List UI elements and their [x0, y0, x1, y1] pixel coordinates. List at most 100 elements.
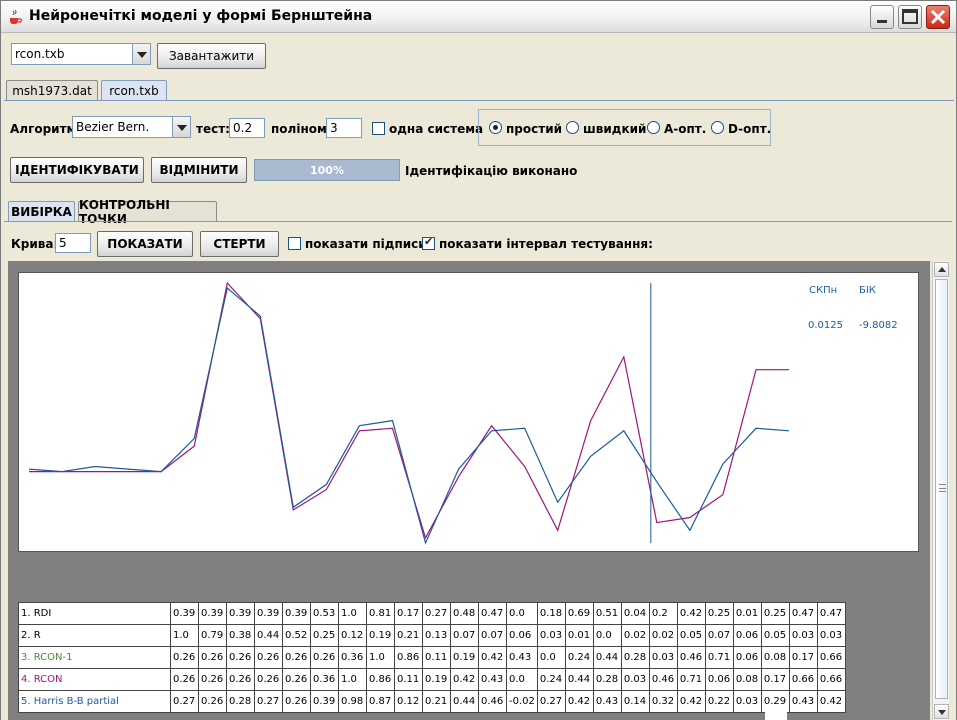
grip-icon: [939, 484, 946, 492]
table-cell: 0.42: [564, 690, 594, 713]
scroll-thumb[interactable]: [935, 279, 948, 699]
stat-bic-header: БІК: [859, 285, 876, 296]
table-cell: 0.08: [760, 646, 790, 669]
table-cell: 0.44: [592, 646, 622, 669]
table-cell: 0.28: [620, 646, 650, 669]
table-cell: 0.25: [704, 602, 734, 625]
row-name: 5. Harris B-B partial: [18, 690, 171, 713]
table-row: 1. RDI 0.39 0.39 0.39 0.39 0.39 0.53 1.0 0.81 0.1…: [18, 602, 846, 625]
tab-control-points[interactable]: КОНТРОЛЬНІ ТОЧКИ: [78, 198, 217, 226]
table-cell: 0.36: [338, 646, 367, 669]
radio-d-opt[interactable]: [711, 121, 724, 134]
table-cell: 0.25: [310, 624, 339, 647]
table-cell: 1.0: [338, 668, 367, 691]
polynom-field[interactable]: 3: [326, 118, 362, 138]
table-cell: 0.27: [422, 602, 451, 625]
table-cell: 0.03: [648, 646, 678, 669]
polynom-label: поліном:: [271, 122, 332, 136]
maximize-icon: [902, 9, 918, 24]
show-interval-checkbox[interactable]: [422, 235, 435, 250]
white-marker: [765, 711, 787, 720]
status-text: Ідентифікацію виконано: [405, 164, 578, 178]
table-cell: 0.98: [338, 690, 367, 713]
progress-bar: 100%: [254, 159, 400, 181]
file-combo[interactable]: rcon.txb: [11, 43, 151, 65]
table-cell: 0.44: [254, 624, 283, 647]
table-cell: 0.06: [704, 668, 734, 691]
table-cell: 0.26: [254, 668, 283, 691]
table-cell: 0.21: [422, 690, 451, 713]
title-bar[interactable]: Нейронечіткі моделі у формі Бернштейна: [1, 1, 956, 33]
radio-simple[interactable]: [489, 121, 502, 134]
table-cell: 0.25: [760, 602, 790, 625]
table-row: 2. R 1.0 0.79 0.38 0.44 0.52 0.25 0.12 0.19 0.21 0…: [18, 624, 846, 647]
table-cell: 1.0: [338, 602, 367, 625]
tab-msh1973[interactable]: msh1973.dat: [6, 80, 98, 100]
vertical-scrollbar[interactable]: [932, 261, 949, 720]
test-field[interactable]: 0.2: [229, 118, 265, 138]
table-cell: 0.42: [676, 690, 706, 713]
table-cell: 0.26: [170, 646, 199, 669]
table-cell: 0.46: [676, 646, 706, 669]
row-name: 3. RCON-1: [18, 646, 171, 669]
table-cell: 0.42: [478, 646, 507, 669]
window-title: Нейронечіткі моделі у формі Бернштейна: [29, 8, 373, 24]
show-button[interactable]: ПОКАЗАТИ: [97, 231, 193, 257]
algorithm-combo[interactable]: Bezier Bern.: [72, 116, 191, 138]
show-labels-checkbox[interactable]: [288, 237, 301, 250]
table-cell: 0.48: [450, 602, 479, 625]
series-line-2: [28, 286, 790, 545]
radio-simple-label: простий: [506, 122, 563, 136]
identify-button[interactable]: ІДЕНТИФІКУВАТИ: [10, 157, 144, 183]
table-cell: 0.28: [226, 690, 255, 713]
show-interval-label: показати інтервал тестування:: [439, 237, 653, 251]
radio-a-opt[interactable]: [647, 121, 660, 134]
table-cell: 0.46: [648, 668, 678, 691]
maximize-button[interactable]: [898, 5, 922, 29]
table-cell: 0.39: [254, 602, 283, 625]
table-cell: 0.07: [450, 624, 479, 647]
test-label: тест:: [196, 122, 230, 136]
table-cell: 0.05: [676, 624, 706, 647]
single-system-checkbox[interactable]: [372, 122, 385, 135]
line-chart: [28, 281, 790, 545]
table-cell: 0.05: [760, 624, 790, 647]
table-cell: 0.26: [310, 646, 339, 669]
table-cell: 0.47: [478, 602, 507, 625]
scroll-down-icon[interactable]: [934, 704, 949, 719]
stat-rmse-value: 0.0125: [808, 320, 843, 331]
clear-button[interactable]: СТЕРТИ: [200, 231, 279, 257]
table-cell: 0.28: [592, 668, 622, 691]
table-cell: 0.06: [732, 646, 762, 669]
table-cell: 0.17: [394, 602, 423, 625]
table-cell: 0.39: [170, 602, 199, 625]
scroll-up-icon[interactable]: [934, 262, 949, 277]
table-cell: 0.86: [394, 646, 423, 669]
chevron-down-icon[interactable]: [132, 44, 150, 64]
table-cell: 0.27: [170, 690, 199, 713]
table-cell: 0.12: [338, 624, 367, 647]
radio-fast[interactable]: [566, 121, 579, 134]
chevron-down-icon[interactable]: [172, 117, 190, 137]
tab-sample[interactable]: ВИБІРКА: [8, 201, 75, 221]
table-cell: 0.46: [478, 690, 507, 713]
data-table: 1. RDI 0.39 0.39 0.39 0.39 0.39 0.53 1.0 0.81 0.1…: [18, 602, 846, 713]
table-cell: 0.08: [732, 668, 762, 691]
curve-field[interactable]: 5: [55, 233, 91, 253]
show-labels-label: показати підписи:: [305, 237, 432, 251]
cancel-button[interactable]: ВІДМІНИТИ: [151, 157, 247, 183]
radio-fast-label: швидкий: [583, 122, 647, 136]
single-system-label: одна система: [389, 122, 484, 136]
close-button[interactable]: [926, 5, 950, 29]
table-cell: 0.03: [732, 690, 762, 713]
load-button[interactable]: Завантажити: [157, 43, 266, 69]
algorithm-label: Алгоритм:: [10, 122, 82, 136]
table-cell: 0.19: [366, 624, 395, 647]
table-cell: 0.26: [282, 690, 311, 713]
table-cell: 0.2: [648, 602, 678, 625]
tab-rcon[interactable]: rcon.txb: [101, 80, 167, 100]
table-cell: 0.0: [536, 646, 566, 669]
table-cell: 0.86: [366, 668, 395, 691]
content-area: rcon.txb Завантажити msh1973.dat rcon.tx…: [1, 34, 956, 720]
minimize-button[interactable]: [870, 5, 894, 29]
